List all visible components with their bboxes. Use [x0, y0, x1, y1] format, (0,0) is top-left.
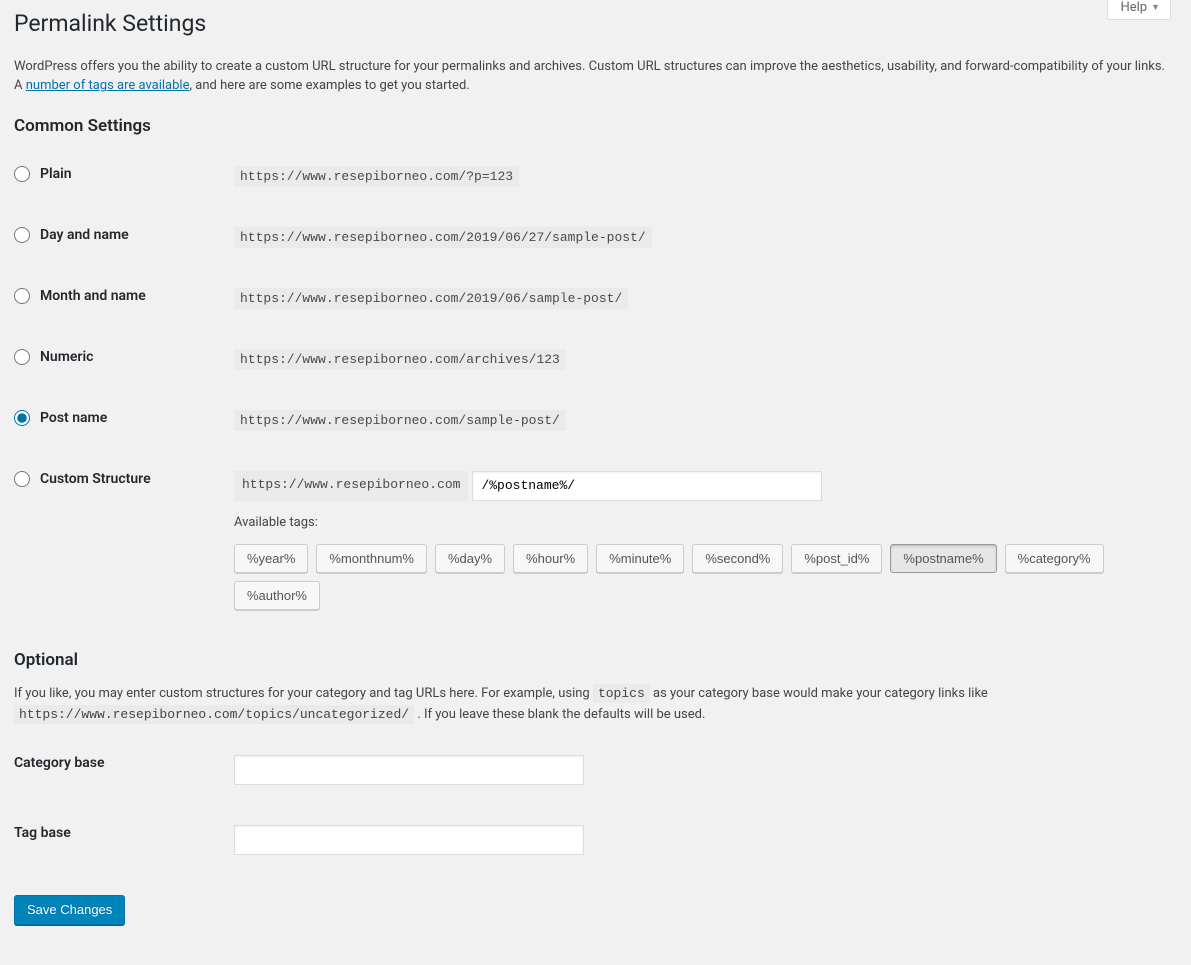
help-tab-label: Help	[1120, 0, 1147, 15]
option-custom-structure[interactable]: Custom Structure	[14, 471, 151, 487]
available-tags-label: Available tags:	[234, 515, 318, 530]
tag-button-postname[interactable]: %postname%	[890, 544, 996, 573]
optional-code-topics: topics	[593, 684, 650, 703]
option-day-name[interactable]: Day and name	[14, 227, 129, 243]
optional-table: Category base Tag base	[14, 735, 1171, 875]
number-of-tags-link[interactable]: number of tags are available	[26, 78, 190, 93]
option-day-name-label: Day and name	[40, 227, 129, 243]
tag-button-monthnum[interactable]: %monthnum%	[316, 544, 427, 573]
available-tags-container: %year% %monthnum% %day% %hour% %minute% %seco…	[234, 544, 1161, 610]
radio-custom-structure[interactable]	[14, 471, 30, 487]
common-settings-heading: Common Settings	[14, 116, 1171, 136]
option-month-name[interactable]: Month and name	[14, 288, 146, 304]
optional-desc-post: . If you leave these blank the defaults …	[417, 707, 705, 722]
custom-structure-input[interactable]	[472, 471, 822, 501]
tag-button-hour[interactable]: %hour%	[513, 544, 588, 573]
dropdown-icon: ▼	[1151, 2, 1160, 13]
intro-text-post: , and here are some examples to get you …	[189, 78, 469, 93]
sample-post-name: https://www.resepiborneo.com/sample-post…	[234, 410, 566, 431]
option-numeric[interactable]: Numeric	[14, 349, 93, 365]
sample-day-name: https://www.resepiborneo.com/2019/06/27/…	[234, 227, 652, 248]
save-changes-button[interactable]: Save Changes	[14, 895, 125, 925]
option-plain-label: Plain	[40, 166, 72, 182]
radio-day-name[interactable]	[14, 227, 30, 243]
custom-base-url: https://www.resepiborneo.com	[234, 471, 468, 501]
optional-code-url: https://www.resepiborneo.com/topics/unca…	[14, 705, 414, 724]
page-title: Permalink Settings	[14, 0, 1171, 43]
radio-plain[interactable]	[14, 166, 30, 182]
option-plain[interactable]: Plain	[14, 166, 72, 182]
option-post-name-label: Post name	[40, 410, 107, 426]
sample-plain: https://www.resepiborneo.com/?p=123	[234, 166, 519, 187]
tag-base-input[interactable]	[234, 825, 584, 855]
tag-base-label: Tag base	[14, 805, 234, 875]
tag-button-year[interactable]: %year%	[234, 544, 308, 573]
intro-paragraph: WordPress offers you the ability to crea…	[14, 57, 1171, 96]
category-base-label: Category base	[14, 735, 234, 805]
radio-numeric[interactable]	[14, 349, 30, 365]
option-numeric-label: Numeric	[40, 349, 93, 365]
option-month-name-label: Month and name	[40, 288, 146, 304]
radio-post-name[interactable]	[14, 410, 30, 426]
help-tab[interactable]: Help ▼	[1107, 0, 1171, 20]
option-custom-structure-label: Custom Structure	[40, 471, 151, 487]
optional-description: If you like, you may enter custom struct…	[14, 684, 1171, 726]
sample-month-name: https://www.resepiborneo.com/2019/06/sam…	[234, 288, 628, 309]
tag-button-author[interactable]: %author%	[234, 581, 320, 610]
tag-button-post_id[interactable]: %post_id%	[791, 544, 882, 573]
tag-button-day[interactable]: %day%	[435, 544, 505, 573]
optional-heading: Optional	[14, 650, 1171, 670]
sample-numeric: https://www.resepiborneo.com/archives/12…	[234, 349, 566, 370]
optional-desc-pre: If you like, you may enter custom struct…	[14, 686, 593, 701]
permalink-options-table: Plain https://www.resepiborneo.com/?p=12…	[14, 146, 1171, 630]
category-base-input[interactable]	[234, 755, 584, 785]
tag-button-second[interactable]: %second%	[692, 544, 783, 573]
radio-month-name[interactable]	[14, 288, 30, 304]
tag-button-minute[interactable]: %minute%	[596, 544, 684, 573]
tag-button-category[interactable]: %category%	[1005, 544, 1104, 573]
option-post-name[interactable]: Post name	[14, 410, 107, 426]
optional-desc-mid: as your category base would make your ca…	[653, 686, 988, 701]
